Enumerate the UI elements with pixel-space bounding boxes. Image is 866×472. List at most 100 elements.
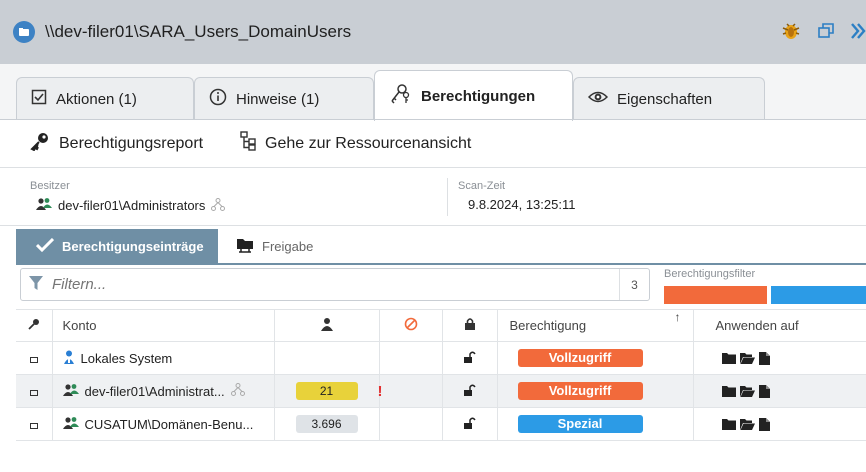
permission-badge: Vollzugriff [517, 349, 643, 367]
share-folder-icon [13, 21, 35, 43]
owner-label: Besitzer [30, 180, 70, 192]
col-permission[interactable]: Berechtigung ↑ [497, 309, 694, 342]
scan-time-value: 9.8.2024, 13:25:11 [468, 197, 576, 212]
subfolder-icon [739, 352, 755, 364]
key-icon [28, 318, 40, 333]
user-count-badge[interactable]: 21 [295, 382, 358, 400]
col-account[interactable]: Konto [52, 309, 275, 342]
apply-to-icons [694, 417, 866, 431]
user-count-badge[interactable]: 3.696 [295, 415, 358, 433]
tree-structure-icon [240, 131, 256, 156]
checkmark-icon [35, 237, 55, 255]
info-section: Besitzer dev-filer01\Administrators Scan… [0, 168, 866, 226]
owner-name: dev-filer01\Administrators [58, 198, 206, 213]
subfolder-icon [739, 385, 755, 397]
expand-chevron-icon[interactable] [850, 22, 866, 43]
account-name: CUSATUM\Domänen-Benu... [84, 416, 254, 432]
keys-icon [388, 82, 412, 110]
sort-up-icon: ↑ [674, 310, 681, 324]
sub-tabs: Berechtigungseinträge Freigabe [0, 226, 866, 264]
permission-badge: Spezial [517, 415, 643, 433]
user-group-icon [62, 416, 79, 433]
detail-tabs: Aktionen (1) Hinweise (1) Berechtigungen… [0, 64, 866, 121]
subtab-label: Freigabe [262, 239, 314, 254]
col-permission-label: Berechtigung [509, 318, 587, 333]
scan-time-label: Scan-Zeit [458, 180, 506, 192]
window-restore-icon[interactable] [816, 21, 836, 44]
permission-filter-full-access[interactable] [664, 286, 767, 304]
row-checkbox[interactable] [29, 389, 38, 396]
key-icon [30, 131, 50, 156]
tab-berechtigungen[interactable]: Berechtigungen [374, 70, 573, 121]
title-actions [780, 20, 866, 45]
col-apply-to[interactable]: Anwenden auf [693, 309, 866, 342]
file-icon [758, 417, 770, 431]
info-divider [447, 178, 448, 216]
permission-report-button[interactable]: Berechtigungsreport [30, 131, 203, 156]
permission-filter-special[interactable] [771, 286, 866, 304]
table-row[interactable]: Lokales System Vollzugriff [16, 341, 866, 375]
table-row[interactable]: dev-filer01\Administrat... 21 ! Vollzugr… [16, 374, 866, 408]
warning-indicator: ! [377, 383, 383, 400]
tab-aktionen[interactable]: Aktionen (1) [16, 77, 194, 120]
col-inheritance[interactable] [442, 309, 498, 342]
tab-label: Eigenschaften [617, 90, 713, 108]
subtab-share[interactable]: Freigabe [236, 229, 313, 264]
folder-icon [721, 418, 736, 430]
permissions-table: Konto Berechtigung ↑ Anwenden auf Lokale… [16, 309, 866, 441]
tab-eigenschaften[interactable]: Eigenschaften [573, 77, 765, 120]
tab-label: Hinweise (1) [236, 90, 320, 108]
account-name: Lokales System [80, 350, 173, 366]
unlock-icon [463, 417, 476, 432]
user-icon [275, 317, 379, 334]
file-icon [758, 351, 770, 365]
folder-icon [721, 385, 736, 397]
funnel-icon [28, 275, 44, 294]
goto-resource-view-button[interactable]: Gehe zur Ressourcenansicht [240, 131, 471, 156]
tab-label: Aktionen (1) [56, 90, 137, 108]
col-denied[interactable] [379, 309, 443, 342]
window-title: \\dev-filer01\SARA_Users_DomainUsers [45, 22, 352, 41]
filter-input[interactable] [44, 276, 619, 293]
table-header-row: Konto Berechtigung ↑ Anwenden auf [16, 309, 866, 342]
owner-value: dev-filer01\Administrators [36, 197, 226, 214]
subtab-permission-entries[interactable]: Berechtigungseinträge [16, 229, 218, 264]
subfolder-icon [739, 418, 755, 430]
subtab-label: Berechtigungseinträge [62, 239, 204, 254]
user-group-icon [62, 383, 79, 400]
unlock-icon [463, 384, 476, 399]
filter-box: 3 [20, 268, 650, 301]
denied-icon [380, 317, 442, 334]
action-bar: Berechtigungsreport Gehe zur Ressourcena… [0, 120, 866, 168]
col-key[interactable] [16, 309, 53, 342]
user-group-icon [36, 197, 52, 214]
row-checkbox[interactable] [29, 422, 38, 429]
tab-hinweise[interactable]: Hinweise (1) [194, 77, 374, 120]
permission-badge: Vollzugriff [517, 382, 643, 400]
lock-icon [443, 318, 497, 333]
checkbox-icon [31, 89, 47, 109]
bug-icon[interactable] [780, 20, 802, 45]
folder-icon [721, 352, 736, 364]
permission-report-label: Berechtigungsreport [59, 134, 204, 152]
tab-label: Berechtigungen [421, 87, 536, 105]
account-name: dev-filer01\Administrat... [84, 383, 225, 399]
file-icon [758, 384, 770, 398]
row-checkbox[interactable] [29, 356, 38, 363]
unlock-icon [463, 351, 476, 366]
table-row[interactable]: CUSATUM\Domänen-Benu... 3.696 Spezial [16, 407, 866, 441]
goto-resource-view-label: Gehe zur Ressourcenansicht [265, 134, 472, 152]
hierarchy-icon [211, 197, 226, 214]
apply-to-icons [694, 351, 866, 365]
info-icon [209, 88, 227, 110]
filter-result-count: 3 [619, 269, 649, 300]
col-user-count[interactable] [274, 309, 380, 342]
permission-filter-label: Berechtigungsfilter [664, 268, 756, 280]
shared-folder-icon [236, 237, 254, 256]
hierarchy-icon [230, 383, 245, 399]
subtab-underline [16, 263, 866, 265]
apply-to-icons [694, 384, 866, 398]
window-titlebar: \\dev-filer01\SARA_Users_DomainUsers [0, 0, 866, 64]
system-user-icon [63, 350, 75, 367]
eye-icon [587, 89, 609, 109]
